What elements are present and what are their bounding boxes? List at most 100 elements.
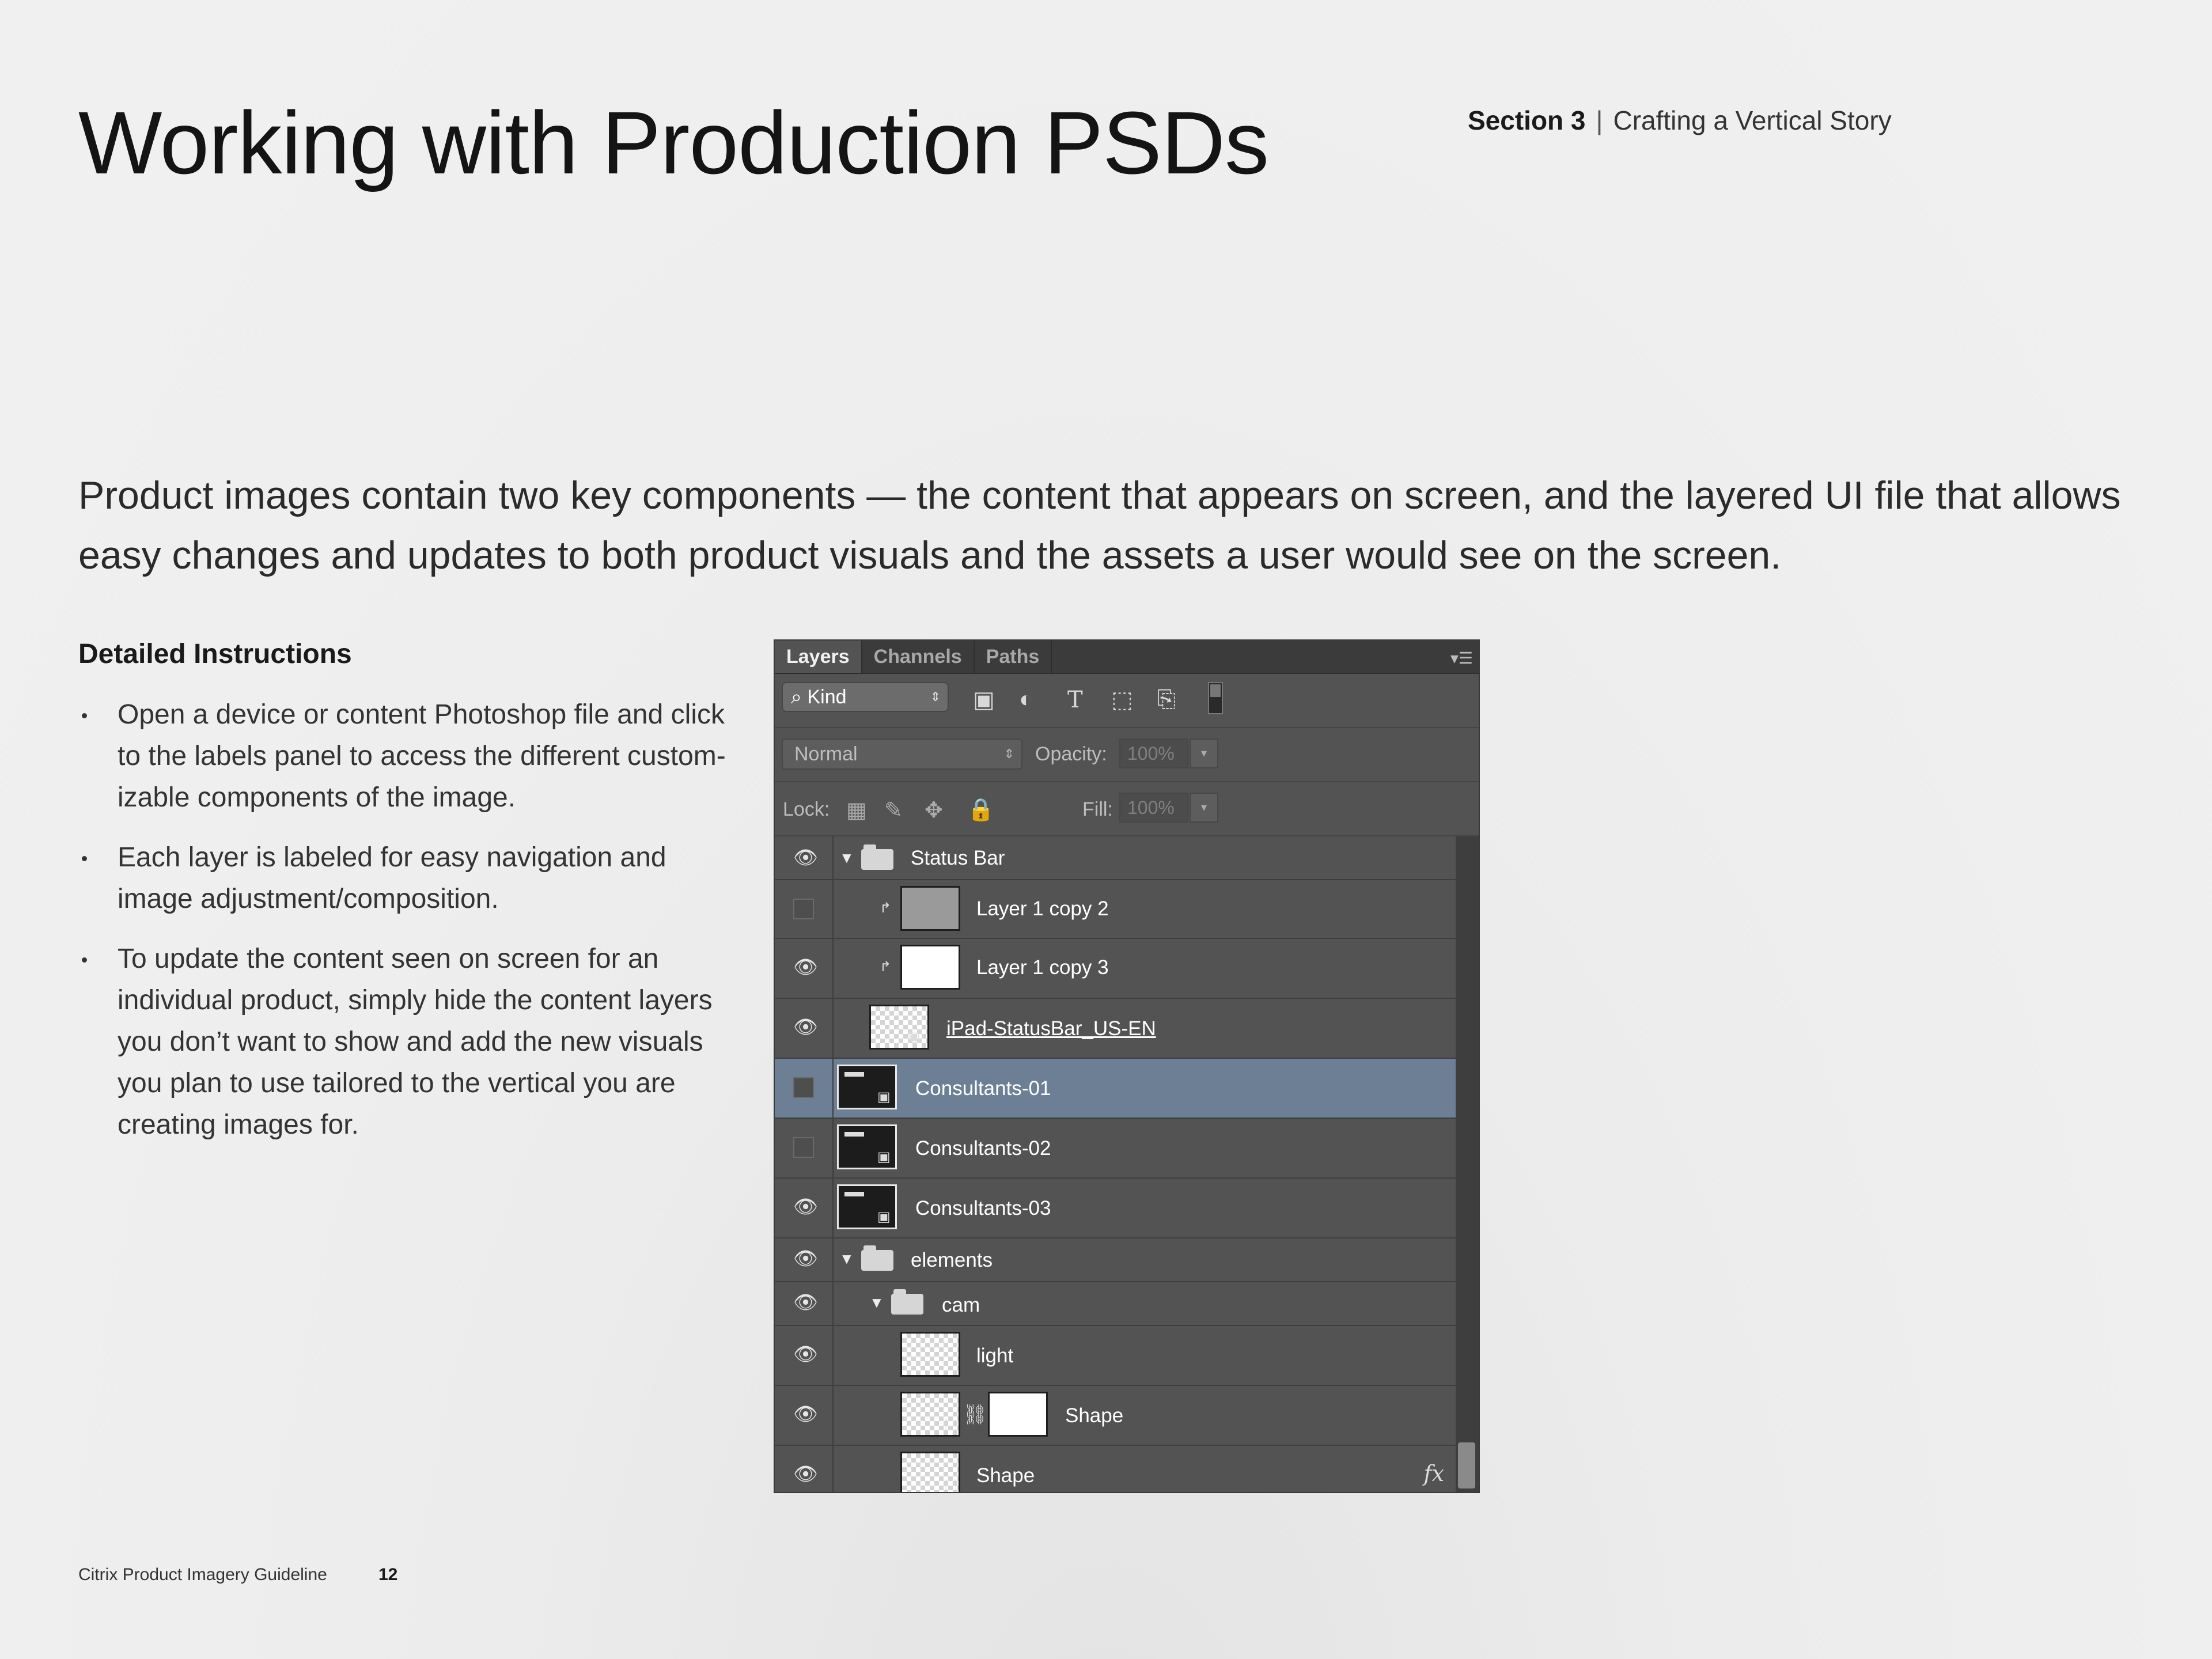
opacity-field[interactable]: 100%	[1119, 738, 1188, 768]
layer-row-layer-1-copy-2[interactable]: ↱ Layer 1 copy 2	[775, 880, 1456, 939]
blend-mode-select[interactable]: Normal ⇕	[782, 738, 1022, 770]
layer-name[interactable]: elements	[911, 1249, 993, 1272]
section-title: Crafting a Vertical Story	[1613, 105, 1892, 135]
expand-triangle-icon[interactable]: ▼	[869, 1294, 884, 1312]
folder-icon	[891, 1289, 923, 1315]
tab-channels[interactable]: Channels	[862, 641, 975, 673]
lock-label: Lock:	[783, 798, 830, 820]
panel-tabs: Layers Channels Paths ▾☰	[775, 641, 1479, 674]
eye-icon[interactable]: 👁	[793, 1249, 818, 1268]
lock-transparency-icon[interactable]: ▦	[846, 797, 867, 823]
eye-icon[interactable]: 👁	[793, 1344, 818, 1364]
instructions-heading: Detailed Instructions	[78, 639, 352, 669]
eye-icon[interactable]: 👁	[793, 1017, 818, 1037]
instruction-item: Each layer is labeled for easy navigatio…	[78, 837, 747, 920]
layer-thumbnail	[900, 1332, 960, 1377]
layer-row-consultants-03[interactable]: 👁 ▣ Consultants-03	[775, 1179, 1456, 1238]
eye-icon[interactable]: 👁	[793, 957, 818, 977]
clipping-arrow-icon: ↱	[880, 959, 892, 975]
fill-dropdown-icon[interactable]: ▾	[1190, 793, 1218, 823]
scrollbar-thumb[interactable]	[1458, 1442, 1475, 1488]
layers-panel-screenshot: Layers Channels Paths ▾☰ ⌕ Kind ⇕ ▣ ◐ T ⬚…	[774, 639, 1480, 1493]
expand-triangle-icon[interactable]: ▼	[839, 849, 854, 867]
vector-shape-icon: ⬚	[944, 1416, 957, 1432]
pixel-filter-icon[interactable]: ▣	[973, 687, 995, 713]
layer-list: 👁 ▼ Status Bar ↱ Layer 1 copy 2 👁 ↱ Laye…	[775, 836, 1456, 1492]
lock-all-icon[interactable]: 🔒	[967, 797, 994, 823]
layer-name[interactable]: Shape	[976, 1464, 1035, 1487]
layer-row-elements[interactable]: 👁 ▼ elements	[775, 1238, 1456, 1282]
folder-icon	[861, 844, 893, 870]
layer-name[interactable]: Layer 1 copy 2	[976, 897, 1109, 921]
layer-row-consultants-01[interactable]: ▣ Consultants-01	[775, 1059, 1456, 1119]
visibility-off-box[interactable]	[793, 899, 814, 919]
vector-shape-icon: ⬚	[944, 1476, 957, 1492]
type-filter-icon[interactable]: T	[1067, 687, 1083, 713]
layer-row-cam[interactable]: 👁 ▼ cam	[775, 1282, 1456, 1326]
layer-row-consultants-02[interactable]: ▣ Consultants-02	[775, 1119, 1456, 1179]
shape-filter-icon[interactable]: ⬚	[1111, 687, 1133, 713]
layer-row-status-bar[interactable]: 👁 ▼ Status Bar	[775, 836, 1456, 880]
stepper-arrows-icon: ⇕	[1003, 747, 1014, 761]
filter-row: ⌕ Kind ⇕ ▣ ◐ T ⬚ ⎘	[775, 674, 1479, 728]
clipping-arrow-icon: ↱	[880, 900, 892, 916]
eye-icon[interactable]: 👁	[793, 848, 818, 868]
layers-scrollbar[interactable]	[1456, 836, 1479, 1492]
filter-toggle[interactable]	[1208, 682, 1223, 714]
layer-name[interactable]: Layer 1 copy 3	[976, 956, 1109, 979]
intro-paragraph: Product images contain two key component…	[78, 474, 2121, 577]
fill-field[interactable]: 100%	[1119, 793, 1188, 823]
page-number: 12	[378, 1565, 398, 1584]
lock-brush-icon[interactable]: ✎	[884, 797, 903, 823]
layer-row-shape-fx[interactable]: 👁 ⬚ Shape fx	[775, 1446, 1456, 1492]
filter-kind-select[interactable]: ⌕ Kind ⇕	[782, 682, 949, 712]
layer-name[interactable]: Status Bar	[911, 847, 1005, 870]
instructions-list: Open a device or content Photoshop file …	[78, 694, 747, 1164]
layer-thumbnail	[900, 945, 960, 990]
layer-name[interactable]: Consultants-03	[915, 1197, 1051, 1220]
layer-name[interactable]: iPad-StatusBar_US-EN	[946, 1017, 1156, 1040]
panel-menu-icon[interactable]: ▾☰	[1450, 649, 1473, 668]
eye-icon[interactable]: 👁	[793, 1404, 818, 1424]
search-icon: ⌕	[791, 686, 802, 708]
page-title: Working with Production PSDs	[78, 93, 1269, 192]
instruction-item: To update the content seen on screen for…	[78, 938, 747, 1146]
layer-row-light[interactable]: 👁 light	[775, 1326, 1456, 1386]
opacity-label: Opacity:	[1035, 743, 1107, 765]
filter-kind-label: Kind	[807, 686, 847, 708]
eye-icon[interactable]: 👁	[793, 1197, 818, 1217]
eye-icon[interactable]: 👁	[793, 1464, 818, 1484]
fx-icon[interactable]: fx	[1424, 1461, 1445, 1486]
layer-row-layer-1-copy-3[interactable]: 👁 ↱ Layer 1 copy 3	[775, 939, 1456, 999]
layer-row-shape-masked[interactable]: 👁 ⬚ ⛓ Shape	[775, 1386, 1456, 1446]
tab-layers[interactable]: Layers	[775, 641, 862, 673]
lock-row: Lock: ▦ ✎ ✥ 🔒 Fill: 100% ▾	[775, 782, 1479, 836]
layer-row-ipad-statusbar[interactable]: 👁 ▣ iPad-StatusBar_US-EN	[775, 999, 1456, 1059]
blend-mode-value: Normal	[794, 743, 858, 765]
opacity-dropdown-icon[interactable]: ▾	[1190, 738, 1218, 768]
section-label: Section 3	[1468, 105, 1586, 135]
fill-label: Fill:	[1082, 798, 1113, 820]
layer-name[interactable]: Consultants-02	[915, 1137, 1051, 1160]
expand-triangle-icon[interactable]: ▼	[839, 1250, 854, 1268]
footer-doc-title: Citrix Product Imagery Guideline	[78, 1565, 327, 1584]
smart-object-filter-icon[interactable]: ⎘	[1157, 687, 1176, 713]
section-header: Section 3 | Crafting a Vertical Story	[1468, 105, 1892, 136]
lock-move-icon[interactable]: ✥	[925, 797, 943, 823]
tab-paths[interactable]: Paths	[975, 641, 1052, 673]
layer-name[interactable]: light	[976, 1344, 1013, 1368]
section-separator: |	[1596, 105, 1603, 135]
mask-thumbnail	[988, 1392, 1048, 1437]
visibility-off-box[interactable]	[793, 1077, 814, 1098]
chain-link-icon[interactable]: ⛓	[963, 1403, 987, 1426]
layer-name[interactable]: Shape	[1065, 1404, 1123, 1427]
smart-object-icon: ▣	[877, 1149, 891, 1165]
eye-icon[interactable]: 👁	[793, 1293, 818, 1312]
layer-name[interactable]: cam	[942, 1294, 980, 1317]
visibility-off-box[interactable]	[793, 1137, 814, 1158]
adjustment-filter-icon[interactable]: ◐	[1019, 687, 1033, 713]
smart-object-icon: ▣	[877, 1209, 891, 1225]
layer-name[interactable]: Consultants-01	[915, 1077, 1051, 1100]
folder-icon	[861, 1245, 893, 1271]
smart-object-icon: ▣	[877, 1089, 891, 1105]
